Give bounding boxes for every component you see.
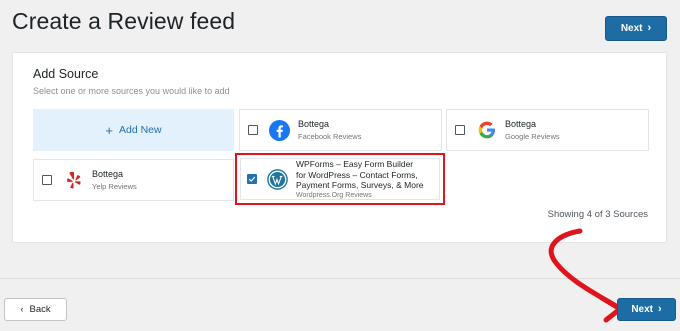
add-new-label: Add New [118,124,162,136]
add-source-heading: Add Source [33,67,99,81]
chevron-left-icon: ‹ [20,304,24,315]
back-label: Back [29,304,51,315]
footer-divider [0,278,680,279]
back-button[interactable]: ‹ Back [4,298,67,321]
plus-icon: + [105,122,113,138]
yelp-icon [63,170,84,191]
source-checkbox[interactable] [42,175,52,185]
source-name-line-1: WPForms – Easy Form Builder [296,159,414,170]
next-label: Next [631,304,653,315]
page-title: Create a Review feed [12,8,236,34]
google-icon [476,120,497,141]
checkmark-icon [248,176,256,182]
next-button-bottom[interactable]: Next › [617,298,676,321]
source-name: Bottega [92,169,124,179]
source-item-yelp[interactable]: Bottega Yelp Reviews [33,159,234,201]
wordpress-icon [267,168,288,190]
source-item-facebook[interactable]: Bottega Facebook Reviews [239,109,442,151]
chevron-right-icon: › [658,303,662,315]
source-type: Yelp Reviews [92,182,137,191]
add-new-button[interactable]: + Add New [33,109,234,151]
source-item-google[interactable]: Bottega Google Reviews [446,109,649,151]
source-type: Google Reviews [505,132,560,141]
chevron-right-icon: › [647,22,652,34]
source-name-line-3: Payment Forms, Surveys, & More [296,180,424,191]
facebook-icon [269,119,290,141]
add-source-card: Add Source Select one or more sources yo… [12,52,667,243]
source-name-line-2: for WordPress – Contact Forms, [296,169,418,180]
source-item-wordpress-highlight[interactable]: WPForms – Easy Form Builder for WordPres… [235,153,445,205]
source-item-wordpress[interactable]: WPForms – Easy Form Builder for WordPres… [240,158,440,200]
next-label: Next [620,23,643,34]
source-checkbox-checked[interactable] [247,174,257,184]
source-checkbox[interactable] [455,125,465,135]
showing-count: Showing 4 of 3 Sources [547,209,648,220]
source-checkbox[interactable] [248,125,258,135]
add-source-subtitle: Select one or more sources you would lik… [33,86,230,96]
next-button-top[interactable]: Next › [605,16,667,41]
source-type: Facebook Reviews [298,132,362,141]
source-type: Wordpress.Org Reviews [296,191,372,199]
source-name: Bottega [298,119,330,129]
source-name: Bottega [505,119,537,129]
